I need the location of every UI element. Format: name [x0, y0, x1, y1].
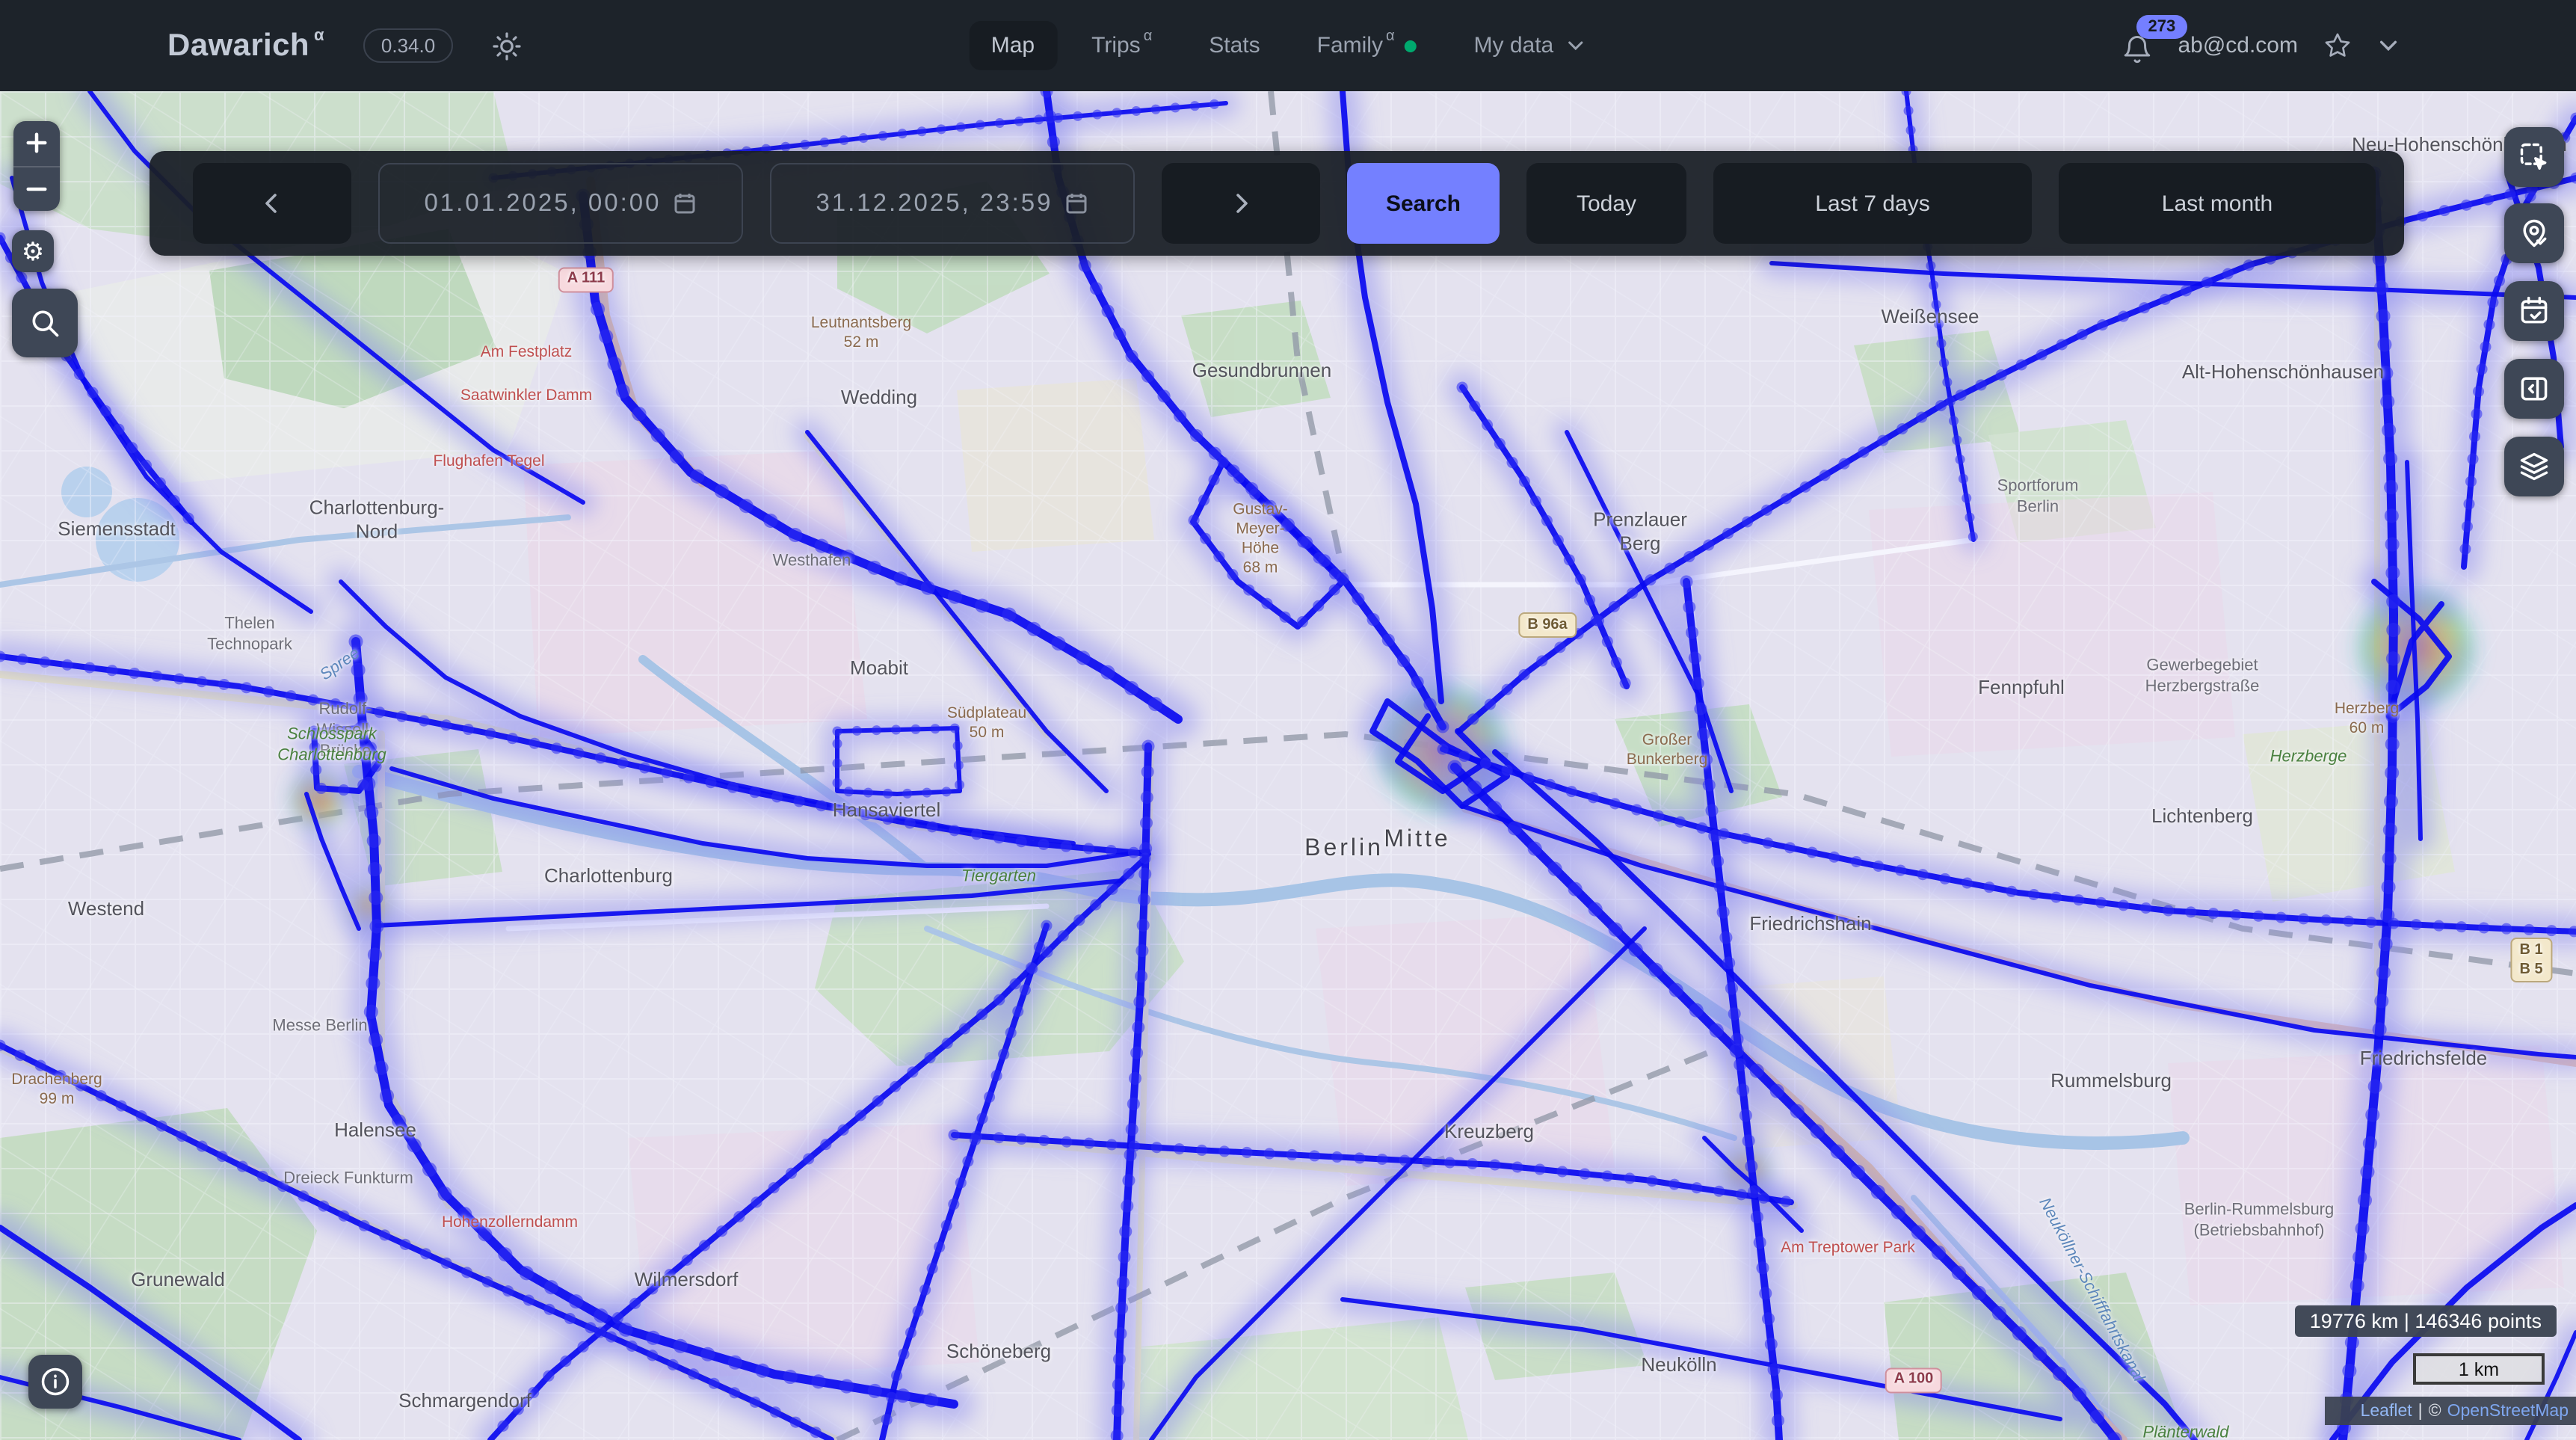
minus-icon: [25, 178, 48, 200]
today-button[interactable]: Today: [1526, 163, 1686, 244]
track-location-button[interactable]: [2504, 203, 2564, 263]
alpha-sup: α: [314, 26, 324, 44]
favorite-button[interactable]: [2323, 31, 2352, 60]
tab-label: Stats: [1209, 33, 1260, 58]
map-pin-check-icon: [2518, 217, 2551, 250]
ukraine-flag-icon: [2334, 1403, 2355, 1418]
map-search-button[interactable]: [12, 289, 78, 357]
chevron-left-icon: [260, 191, 284, 215]
app-logo-text: Dawarich: [167, 28, 309, 62]
map-attribution: Leaflet | © OpenStreetMap: [2325, 1397, 2576, 1425]
next-range-button[interactable]: [1162, 163, 1320, 244]
date-range-toolbar: 01.01.2025, 00:00 31.12.2025, 23:59 Sear…: [150, 151, 2404, 256]
tab-stats[interactable]: Stats: [1186, 21, 1282, 70]
bell-icon: [2121, 34, 2152, 66]
zoom-out-button[interactable]: [13, 167, 60, 211]
zoom-control: [13, 121, 60, 211]
map-info-button[interactable]: [28, 1355, 82, 1409]
map-canvas[interactable]: SiemensstadtCharlottenburg- NordWeddingG…: [0, 91, 2576, 1440]
info-icon: [39, 1365, 72, 1398]
tab-trips[interactable]: Tripsα: [1069, 21, 1174, 70]
navbar-left: Dawarich α 0.34.0: [0, 28, 522, 64]
start-datetime-input[interactable]: 01.01.2025, 00:00: [378, 163, 743, 244]
leaflet-link[interactable]: Leaflet: [2361, 1402, 2412, 1420]
search-icon: [28, 307, 61, 339]
calendar-icon[interactable]: [1065, 191, 1089, 215]
tab-my-data[interactable]: My data: [1452, 21, 1608, 70]
area-select-button[interactable]: [2504, 127, 2564, 187]
area-select-icon: [2518, 141, 2551, 173]
tab-label: Trips: [1091, 33, 1141, 58]
plus-icon: [25, 132, 48, 155]
navbar-right: 273 ab@cd.com: [2121, 0, 2400, 91]
navbar: Dawarichα 0.34.0 MapTripsαStatsFamilyαMy…: [0, 0, 2576, 91]
tab-label: My data: [1474, 33, 1554, 58]
previous-range-button[interactable]: [193, 163, 351, 244]
alpha-sup: α: [1386, 28, 1395, 45]
tab-family[interactable]: Familyα: [1295, 21, 1440, 70]
star-icon: [2323, 31, 2352, 60]
notifications-button[interactable]: 273: [2121, 25, 2152, 66]
copyright-symbol: ©: [2429, 1402, 2441, 1420]
calendar-check-icon: [2518, 295, 2551, 327]
map-settings-button[interactable]: ⚙: [12, 230, 54, 272]
end-datetime-value: 31.12.2025, 23:59: [816, 189, 1053, 218]
tab-map[interactable]: Map: [969, 21, 1057, 70]
alpha-sup: α: [1144, 28, 1153, 45]
last-7-days-button[interactable]: Last 7 days: [1713, 163, 2032, 244]
chevron-right-icon: [1229, 191, 1253, 215]
user-email: ab@cd.com: [2178, 33, 2298, 58]
app-logo[interactable]: Dawarich α: [167, 28, 324, 64]
last-month-button[interactable]: Last month: [2059, 163, 2376, 244]
basemap-svg: [0, 91, 2576, 1440]
tab-label: Family: [1317, 33, 1383, 58]
sun-icon: [492, 31, 522, 61]
calendar-select-button[interactable]: [2504, 281, 2564, 341]
attribution-separator: |: [2418, 1402, 2423, 1420]
tab-label: Map: [991, 33, 1035, 58]
end-datetime-input[interactable]: 31.12.2025, 23:59: [770, 163, 1135, 244]
distance-points-stats: 19776 km | 146346 points: [2295, 1305, 2557, 1337]
layers-button[interactable]: [2504, 437, 2564, 496]
user-menu-button[interactable]: [2377, 34, 2400, 57]
layers-icon: [2518, 450, 2551, 483]
gear-icon: ⚙: [22, 239, 45, 264]
theme-toggle-button[interactable]: [492, 31, 522, 61]
main-nav-tabs: MapTripsαStatsFamilyαMy data: [969, 0, 1608, 91]
dawarich-app: Dawarichα 0.34.0 MapTripsαStatsFamilyαMy…: [0, 0, 2576, 1440]
calendar-icon[interactable]: [674, 191, 697, 215]
zoom-in-button[interactable]: [13, 121, 60, 165]
version-badge: 0.34.0: [363, 28, 453, 63]
openstreetmap-link[interactable]: OpenStreetMap: [2447, 1402, 2569, 1420]
online-status-dot: [1405, 40, 1417, 52]
search-button[interactable]: Search: [1347, 163, 1500, 244]
chevron-down-icon: [1565, 36, 1585, 55]
map-scale-bar: 1 km: [2413, 1353, 2545, 1385]
toggle-panel-button[interactable]: [2504, 359, 2564, 419]
panel-left-close-icon: [2518, 372, 2551, 405]
notification-count-badge: 273: [2136, 15, 2187, 39]
chevron-down-icon: [2377, 34, 2400, 57]
start-datetime-value: 01.01.2025, 00:00: [424, 189, 661, 218]
